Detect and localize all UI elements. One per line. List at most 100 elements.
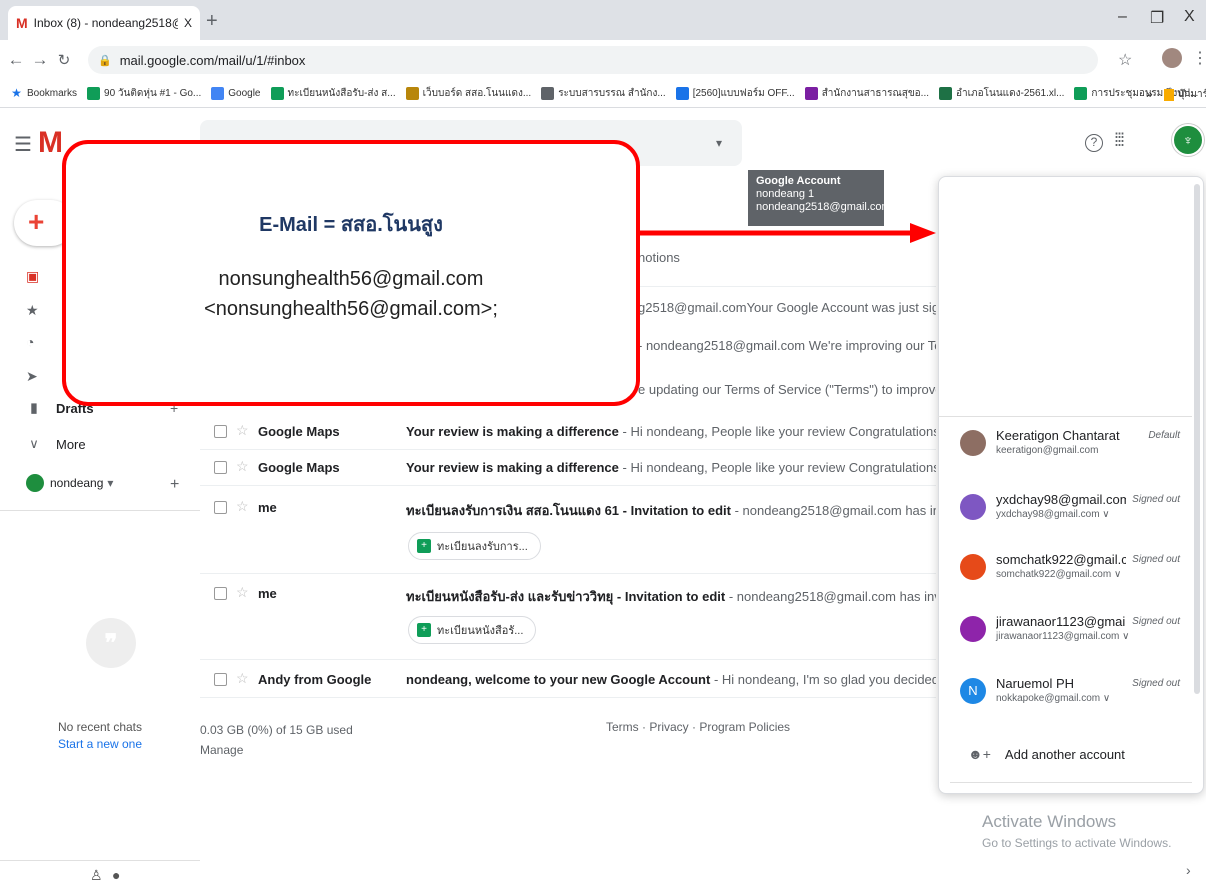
bookmark-star-icon[interactable]: ☆ [1118,50,1132,70]
windows-watermark-text: Go to Settings to activate Windows. [982,836,1172,850]
bookmark-item[interactable]: [2560]แบบฟอร์ม OFF... [675,86,795,101]
star-icon[interactable]: ☆ [236,498,249,515]
row-checkbox[interactable] [214,425,227,438]
bookmark-item[interactable]: อำเภอโนนแดง-2561.xl... [939,86,1064,101]
bookmark-item[interactable]: Google [211,87,261,100]
account-avatar-icon[interactable]: ♆ [1172,124,1204,156]
row-sender: me [258,500,277,515]
bookmark-item[interactable]: ทะเบียนหนังสือรับ-ส่ง ส... [270,86,396,101]
help-icon[interactable]: ? [1085,134,1103,152]
starred-icon[interactable]: ★ [26,302,39,319]
gmail-logo[interactable]: M [38,126,63,160]
new-chat-plus-icon[interactable]: + [170,476,179,494]
profile-avatar[interactable] [1162,48,1182,68]
row-sender: Google Maps [258,424,340,439]
new-tab-button[interactable]: + [206,10,218,33]
excel-icon [939,87,952,100]
chevron-down-icon: ∨ [29,436,39,451]
account-status: Signed out [1132,554,1180,565]
forward-arrow-icon[interactable]: → [28,50,52,70]
window-close-button[interactable]: X [1184,8,1195,26]
footer-links[interactable]: Terms · Privacy · Program Policies [606,720,790,734]
star-icon[interactable]: ☆ [236,422,249,439]
account-email: somchatk922@gmail.com ∨ [996,569,1122,580]
table-row[interactable]: ☆ me ทะเบียนลงรับการเงิน สสอ.โนนแดง 61 -… [200,490,936,574]
account-tooltip: Google Account nondeang 1 nondeang2518@g… [748,170,891,226]
bookmark-item[interactable]: 90 วันติดหุ่น #1 - Go... [87,86,201,101]
attachment-chip[interactable]: + ทะเบียนหนังสือรั... [408,616,537,644]
account-name: Keeratigon Chantarat [996,428,1120,443]
divider [950,782,1192,783]
no-chats-text: No recent chats [57,720,143,734]
callout-email-full: <nonsunghealth56@gmail.com>; [204,298,498,320]
manage-link[interactable]: Manage [200,740,353,760]
windows-watermark-title: Activate Windows [982,812,1117,831]
add-person-icon: ☻+ [968,746,991,762]
star-icon[interactable]: ☆ [236,584,249,601]
row-sender: me [258,586,277,601]
url-text: mail.google.com/mail/u/1/#inbox [119,52,306,68]
account-item[interactable]: yxdchay98@gmail.com yxdchay98@gmail.com ∨… [960,492,1190,532]
account-item[interactable]: jirawanaor1123@gmail.... jirawanaor1123@g… [960,614,1190,654]
storage-info: 0.03 GB (0%) of 15 GB used Manage [200,720,353,760]
row-snippet: - Hi nondeang, People like your review C… [622,424,936,439]
maximize-button[interactable]: ❐ [1150,8,1164,28]
add-account-button[interactable]: ☻+ Add another account [968,746,1125,762]
bookmarks-overflow-icon[interactable]: » [1146,87,1153,101]
table-row[interactable]: ☆ Google Maps Your review is making a di… [200,414,936,450]
main-menu-icon[interactable]: ☰ [14,132,32,157]
table-row[interactable]: ☆ Andy from Google nondeang, welcome to … [200,662,936,698]
chip-label: ทะเบียนหนังสือรั... [437,625,524,637]
panel-scrollbar[interactable] [1194,184,1200,694]
chat-bubble-icon: ❞ [86,618,136,668]
reload-icon[interactable]: ↻ [52,51,76,69]
minimize-button[interactable]: – [1118,8,1127,26]
tab-promotions[interactable]: notions [638,250,680,265]
account-item[interactable]: somchatk922@gmail.c... somchatk922@gmail.… [960,552,1190,592]
snoozed-icon[interactable]: ◔ [26,334,34,350]
row-snippet[interactable]: e updating our Terms of Service ("Terms"… [638,382,936,397]
back-arrow-icon[interactable]: ← [4,50,28,70]
row-snippet[interactable]: g2518@gmail.comYour Google Account was j… [638,300,936,315]
google-icon [211,87,225,100]
account-item[interactable]: Keeratigon Chantarat keeratigon@gmail.com… [960,428,1190,468]
hangouts-user[interactable]: nondeang ▾ [26,474,113,492]
star-icon[interactable]: ☆ [236,670,249,687]
folder-icon [1164,88,1174,101]
other-bookmarks[interactable]: บุ๊กมาร์กอื่นๆ [1164,87,1206,102]
chevron-right-icon[interactable]: › [1186,862,1191,878]
sidebar-item-more[interactable]: ∨ More [26,436,86,452]
browser-tab[interactable]: M Inbox (8) - nondeang2518@gma X [8,6,200,40]
hangouts-icon[interactable]: ● [112,867,120,883]
avatar [960,616,986,642]
search-options-icon[interactable]: ▾ [716,136,722,150]
sent-icon[interactable]: ➤ [26,368,38,385]
row-checkbox[interactable] [214,587,227,600]
star-icon[interactable]: ☆ [236,458,249,475]
row-checkbox[interactable] [214,673,227,686]
bookmark-item[interactable]: ระบบสารบรรณ สำนักง... [541,86,666,101]
start-chat-link[interactable]: Start a new one [0,737,200,751]
account-item[interactable]: N Naruemol PH nokkapoke@gmail.com ∨ Signed … [960,676,1190,716]
apps-grid-icon[interactable]: ⁞⁞⁞ [1114,130,1125,151]
bookmark-item[interactable]: เว็บบอร์ด สสอ.โนนแดง... [405,86,531,101]
browser-menu-icon[interactable]: ⋮ [1192,48,1206,68]
address-bar[interactable]: 🔒 mail.google.com/mail/u/1/#inbox [88,46,1098,74]
bookmark-label: 90 วันติดหุ่น #1 - Go... [104,88,202,99]
table-row[interactable]: ☆ Google Maps Your review is making a di… [200,450,936,486]
inbox-icon[interactable]: ▣ [26,268,39,285]
attachment-chip[interactable]: + ทะเบียนลงรับการ... [408,532,541,560]
row-checkbox[interactable] [214,461,227,474]
lock-icon: 🔒 [98,54,112,67]
bookmark-item[interactable]: สำนักงานสาธารณสุขอ... [804,86,929,101]
sidebar-item-label: More [56,436,86,452]
contacts-icon[interactable]: ♙ [90,867,103,884]
tab-close-icon[interactable]: X [184,16,192,30]
row-sender: Google Maps [258,460,340,475]
sheets-icon [1074,87,1088,100]
gmail-favicon-icon: M [16,15,28,31]
row-checkbox[interactable] [214,501,227,514]
row-snippet[interactable]: - nondeang2518@gmail.com We're improving… [638,338,936,353]
bookmark-item[interactable]: ★ Bookmarks [10,87,77,100]
table-row[interactable]: ☆ me ทะเบียนหนังสือรับ-ส่ง และรับข่าววิท… [200,576,936,660]
